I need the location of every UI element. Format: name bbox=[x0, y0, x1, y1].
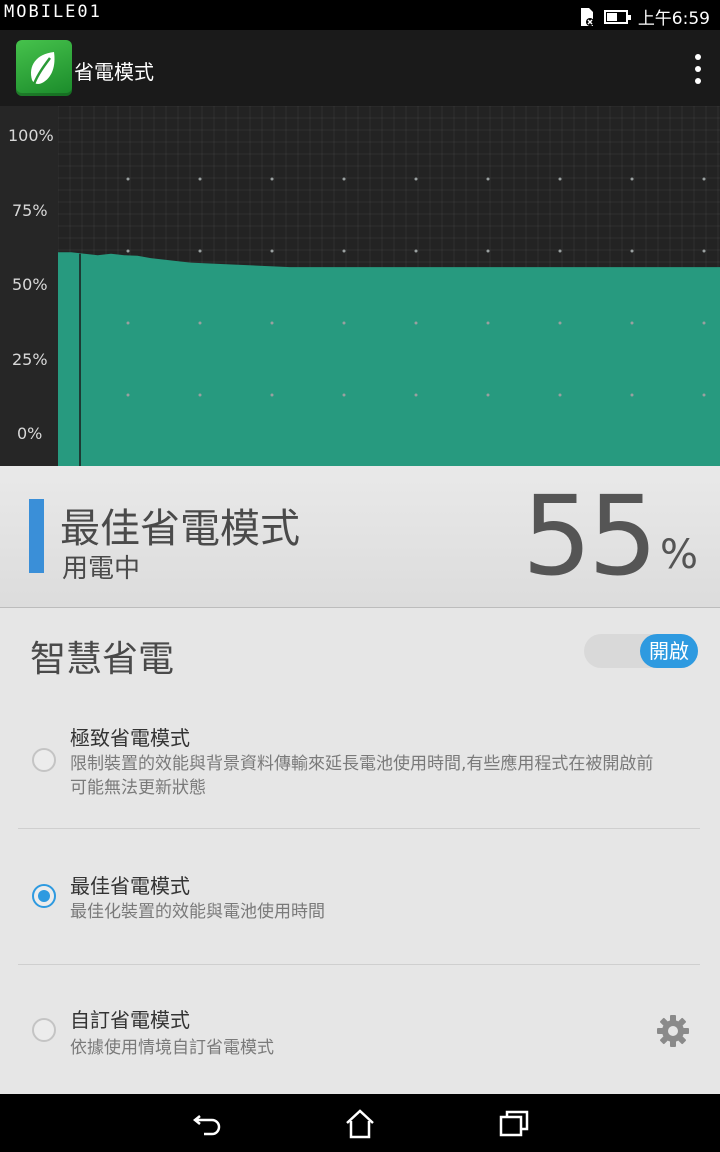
grid-dot bbox=[198, 393, 202, 397]
status-time: 上午6:59 bbox=[637, 9, 710, 29]
grid-dot bbox=[198, 177, 202, 181]
option-description: 最佳化裝置的效能與電池使用時間 bbox=[70, 902, 325, 922]
grid-dot bbox=[630, 393, 634, 397]
option-custom-saving[interactable]: 自訂省電模式 依據使用情境自訂省電模式 bbox=[0, 1004, 720, 1084]
app-bar: 省電模式 bbox=[0, 30, 720, 106]
option-title: 最佳省電模式 bbox=[70, 874, 190, 898]
battery-level-area bbox=[58, 252, 720, 466]
gear-icon[interactable] bbox=[656, 1014, 690, 1048]
radio-custom-saving[interactable] bbox=[32, 1018, 56, 1042]
grid-dot bbox=[270, 249, 274, 253]
navigation-bar bbox=[0, 1094, 720, 1152]
grid-dot bbox=[342, 393, 346, 397]
home-icon[interactable] bbox=[344, 1108, 376, 1140]
percent-sign: % bbox=[659, 532, 698, 578]
grid-dot bbox=[126, 321, 130, 325]
grid-dot bbox=[630, 249, 634, 253]
overflow-menu-icon[interactable] bbox=[694, 54, 702, 84]
chart-y-axis: 100% 75% 50% 25% 0% bbox=[0, 106, 58, 466]
option-title: 自訂省電模式 bbox=[70, 1008, 190, 1032]
smart-saving-title: 智慧省電 bbox=[30, 639, 175, 680]
grid-dot bbox=[342, 321, 346, 325]
y-tick-label: 0% bbox=[17, 424, 43, 443]
y-tick-label: 100% bbox=[8, 126, 54, 145]
option-ultra-saving[interactable]: 極致省電模式 限制裝置的效能與背景資料傳輸來延長電池使用時間,有些應用程式在被開… bbox=[0, 718, 720, 828]
grid-dot bbox=[414, 321, 418, 325]
grid-dot bbox=[126, 249, 130, 253]
grid-dot bbox=[126, 177, 130, 181]
grid-dot bbox=[414, 393, 418, 397]
grid-dot bbox=[486, 249, 490, 253]
smart-saving-toggle[interactable]: 開啟 bbox=[584, 634, 698, 668]
grid-dot bbox=[558, 321, 562, 325]
radio-optimal-saving[interactable] bbox=[32, 884, 56, 908]
grid-dot bbox=[342, 177, 346, 181]
grid-dot bbox=[486, 177, 490, 181]
back-icon[interactable] bbox=[192, 1108, 224, 1140]
grid-dot bbox=[198, 249, 202, 253]
grid-dot bbox=[630, 177, 634, 181]
option-optimal-saving[interactable]: 最佳省電模式 最佳化裝置的效能與電池使用時間 bbox=[0, 866, 720, 956]
grid-dot bbox=[414, 249, 418, 253]
grid-dot bbox=[558, 393, 562, 397]
radio-ultra-saving[interactable] bbox=[32, 748, 56, 772]
grid-dot bbox=[342, 249, 346, 253]
mode-accent-bar bbox=[29, 499, 44, 573]
grid-dot bbox=[270, 177, 274, 181]
grid-dot bbox=[486, 321, 490, 325]
current-mode-state: 用電中 bbox=[62, 554, 141, 584]
recent-apps-icon[interactable] bbox=[498, 1108, 530, 1140]
y-tick-label: 75% bbox=[12, 201, 48, 220]
grid-dot bbox=[486, 393, 490, 397]
grid-dot bbox=[270, 393, 274, 397]
sd-card-icon bbox=[578, 7, 594, 27]
grid-dot bbox=[630, 321, 634, 325]
battery-icon bbox=[603, 9, 631, 24]
settings-panel: 智慧省電 開啟 極致省電模式 限制裝置的效能與背景資料傳輸來延長電池使用時間,有… bbox=[0, 608, 720, 1094]
battery-percent: 55 bbox=[522, 472, 658, 600]
option-description: 依據使用情境自訂省電模式 bbox=[70, 1038, 274, 1058]
y-tick-label: 50% bbox=[12, 275, 48, 294]
grid-dot bbox=[702, 321, 706, 325]
current-mode-card: 最佳省電模式 用電中 55 % bbox=[0, 466, 720, 608]
chart-plot bbox=[58, 106, 720, 466]
toggle-label: 開啟 bbox=[640, 634, 698, 668]
grid-dot bbox=[702, 393, 706, 397]
option-description: 限制裝置的效能與背景資料傳輸來延長電池使用時間,有些應用程式在被開啟前可能無法更… bbox=[70, 754, 654, 798]
app-title: 省電模式 bbox=[74, 60, 154, 84]
y-tick-label: 25% bbox=[12, 350, 48, 369]
divider bbox=[18, 964, 700, 965]
watermark-text: MOBILE01 bbox=[4, 2, 102, 22]
grid-dot bbox=[126, 393, 130, 397]
divider bbox=[18, 828, 700, 829]
status-icons: 上午6:59 bbox=[578, 4, 710, 29]
grid-dot bbox=[558, 249, 562, 253]
grid-dot bbox=[558, 177, 562, 181]
grid-dot bbox=[198, 321, 202, 325]
battery-chart: 100% 75% 50% 25% 0% bbox=[0, 106, 720, 466]
grid-dot bbox=[270, 321, 274, 325]
leaf-icon bbox=[16, 40, 72, 96]
grid-dot bbox=[702, 249, 706, 253]
status-bar: MOBILE01 上午6:59 bbox=[0, 0, 720, 30]
grid-dot bbox=[414, 177, 418, 181]
option-title: 極致省電模式 bbox=[70, 726, 190, 750]
current-mode-name: 最佳省電模式 bbox=[60, 506, 300, 552]
grid-dot bbox=[702, 177, 706, 181]
